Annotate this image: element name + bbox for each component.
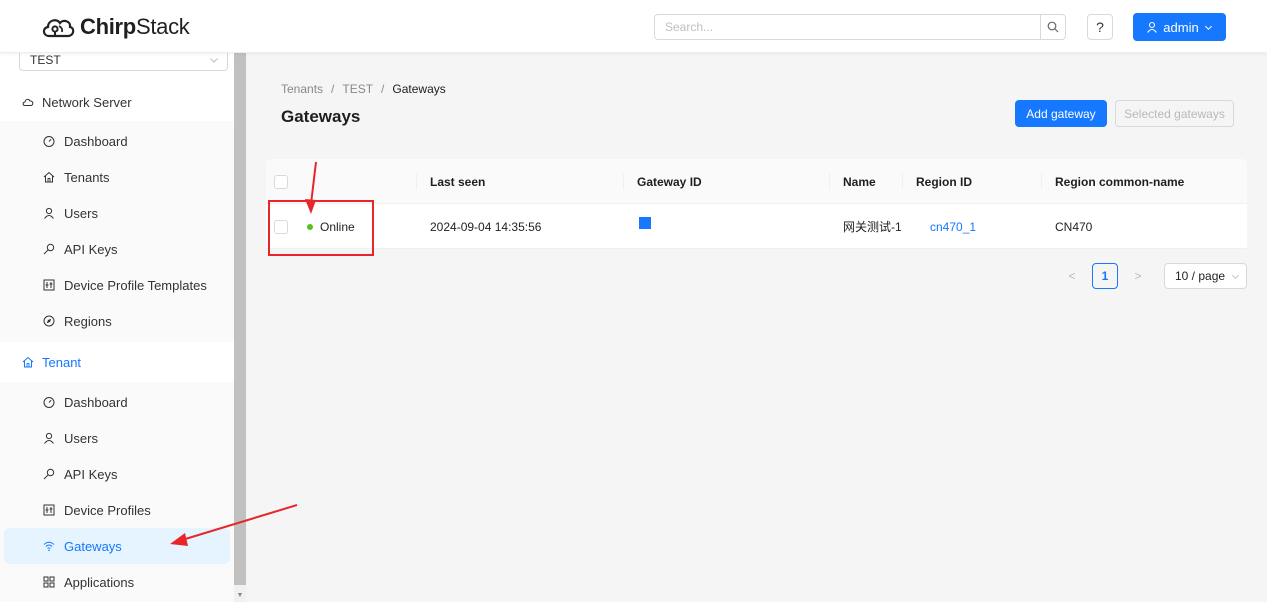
sidebar-item-label: Tenants: [64, 169, 110, 185]
search-input[interactable]: [654, 14, 1040, 40]
sidebar-item-label: Device Profile Templates: [64, 277, 207, 293]
network-server-submenu: Dashboard Tenants Users API Keys Device …: [0, 121, 234, 342]
user-icon: [43, 432, 55, 444]
sidebar-item-ns-api-keys[interactable]: API Keys: [0, 231, 234, 267]
sidebar-item-ns-device-profile-templates[interactable]: Device Profile Templates: [0, 267, 234, 303]
column-header-last-seen[interactable]: Last seen: [415, 159, 485, 204]
apps-icon: [43, 576, 55, 588]
user-icon: [1147, 21, 1158, 33]
scrollbar-thumb[interactable]: [234, 53, 246, 585]
selected-gateways-button: Selected gateways: [1115, 100, 1234, 127]
tenant-select-value: TEST: [30, 53, 61, 67]
breadcrumb-tenants[interactable]: Tenants: [281, 82, 323, 96]
sidebar-item-ns-dashboard[interactable]: Dashboard: [0, 123, 234, 159]
breadcrumb-tenant[interactable]: TEST: [342, 82, 373, 96]
sidebar-item-label: Device Profiles: [64, 502, 151, 518]
sidebar-item-tenant-users[interactable]: Users: [0, 420, 234, 456]
home-icon: [22, 356, 34, 368]
page-size-value: 10 / page: [1175, 269, 1226, 283]
sidebar-item-label: Regions: [64, 313, 112, 329]
search-button[interactable]: [1040, 14, 1066, 40]
breadcrumb: Tenants / TEST / Gateways: [281, 82, 446, 96]
help-button[interactable]: ?: [1087, 14, 1113, 40]
user-icon: [43, 207, 55, 219]
pagination-page-1[interactable]: 1: [1092, 263, 1118, 289]
table-header: Last seen Gateway ID Name Region ID Regi…: [266, 159, 1247, 204]
key-icon: [43, 468, 55, 480]
menu-group-tenant[interactable]: Tenant: [0, 342, 234, 382]
sidebar-item-ns-regions[interactable]: Regions: [0, 303, 234, 339]
sidebar-item-ns-tenants[interactable]: Tenants: [0, 159, 234, 195]
brand-name: ChirpStack: [80, 14, 190, 39]
gateway-id-cell[interactable]: [639, 204, 651, 249]
menu-group-network-server[interactable]: Network Server: [0, 82, 234, 122]
home-icon: [43, 171, 55, 183]
column-header-gateway-id[interactable]: Gateway ID: [623, 159, 702, 204]
gateway-id-redacted-block[interactable]: [639, 216, 651, 229]
sidebar-item-tenant-api-keys[interactable]: API Keys: [0, 456, 234, 492]
sidebar-item-label: Users: [64, 205, 98, 221]
sidebar-item-label: API Keys: [64, 466, 118, 482]
wifi-icon: [43, 540, 55, 552]
sidebar-item-label: Dashboard: [64, 133, 128, 149]
user-menu-button[interactable]: admin: [1133, 13, 1226, 41]
chirpstack-logo[interactable]: ChirpStack: [40, 10, 190, 44]
pagination-prev-button[interactable]: <: [1059, 263, 1085, 289]
pagination-next-button[interactable]: >: [1125, 263, 1151, 289]
chevron-down-icon: [1232, 274, 1240, 279]
dashboard-icon: [43, 396, 55, 408]
sidebar-item-label: Gateways: [64, 538, 122, 554]
region-id-link[interactable]: cn470_1: [930, 204, 976, 249]
page-size-select[interactable]: 10 / page: [1164, 263, 1247, 289]
annotation-highlight-box: [268, 200, 374, 256]
select-all-cell: [274, 159, 288, 204]
help-label: ?: [1096, 19, 1104, 35]
column-header-name[interactable]: Name: [829, 159, 876, 204]
user-name: admin: [1163, 19, 1199, 35]
tenant-select[interactable]: TEST: [19, 53, 228, 71]
breadcrumb-separator: /: [331, 82, 335, 96]
cloud-icon: [22, 96, 34, 108]
page-title: Gateways: [281, 107, 361, 126]
select-all-checkbox[interactable]: [274, 174, 288, 189]
chevron-down-icon: [1204, 25, 1212, 30]
gateways-table: Last seen Gateway ID Name Region ID Regi…: [266, 159, 1247, 249]
column-header-region-common-name[interactable]: Region common-name: [1040, 159, 1184, 204]
sidebar-item-tenant-dashboard[interactable]: Dashboard: [0, 384, 234, 420]
sidebar: TEST Network Server Dashboard Tenants Us…: [0, 53, 234, 602]
name-cell: 网关测试-1: [843, 220, 902, 234]
breadcrumb-separator: /: [381, 82, 385, 96]
sidebar-item-label: Applications: [64, 574, 135, 590]
table-row[interactable]: Online 2024-09-04 14:35:56 网关测试-1 cn470_…: [266, 204, 1247, 249]
search-icon: [1047, 21, 1059, 33]
template-icon: [43, 504, 55, 516]
sidebar-scrollbar[interactable]: ▼: [234, 53, 246, 602]
key-icon: [43, 243, 55, 255]
dashboard-icon: [43, 135, 55, 147]
sidebar-item-ns-users[interactable]: Users: [0, 195, 234, 231]
add-gateway-button[interactable]: Add gateway: [1015, 100, 1107, 127]
menu-group-label: Network Server: [42, 94, 132, 110]
sidebar-item-tenant-device-profiles[interactable]: Device Profiles: [0, 492, 234, 528]
sidebar-item-tenant-applications[interactable]: Applications: [0, 564, 234, 600]
chevron-down-icon: [210, 58, 218, 63]
breadcrumb-current: Gateways: [392, 82, 446, 96]
region-common-name-cell: CN470: [1055, 219, 1093, 234]
template-icon: [43, 279, 55, 291]
menu-group-label: Tenant: [42, 354, 82, 370]
global-search: [654, 14, 1066, 40]
last-seen-cell: 2024-09-04 14:35:56: [430, 219, 542, 234]
column-header-region-id[interactable]: Region ID: [902, 159, 972, 204]
compass-icon: [43, 315, 55, 327]
sidebar-item-label: API Keys: [64, 241, 118, 257]
scroll-down-arrow-icon[interactable]: ▼: [236, 592, 244, 600]
chirpstack-cloud-icon: [42, 19, 75, 38]
tenant-submenu: Dashboard Users API Keys Device Profiles…: [0, 382, 234, 602]
sidebar-item-tenant-gateways[interactable]: Gateways: [4, 528, 230, 564]
sidebar-item-label: Dashboard: [64, 394, 128, 410]
top-header: ChirpStack ? admin: [0, 0, 1267, 53]
sidebar-item-label: Users: [64, 430, 98, 446]
